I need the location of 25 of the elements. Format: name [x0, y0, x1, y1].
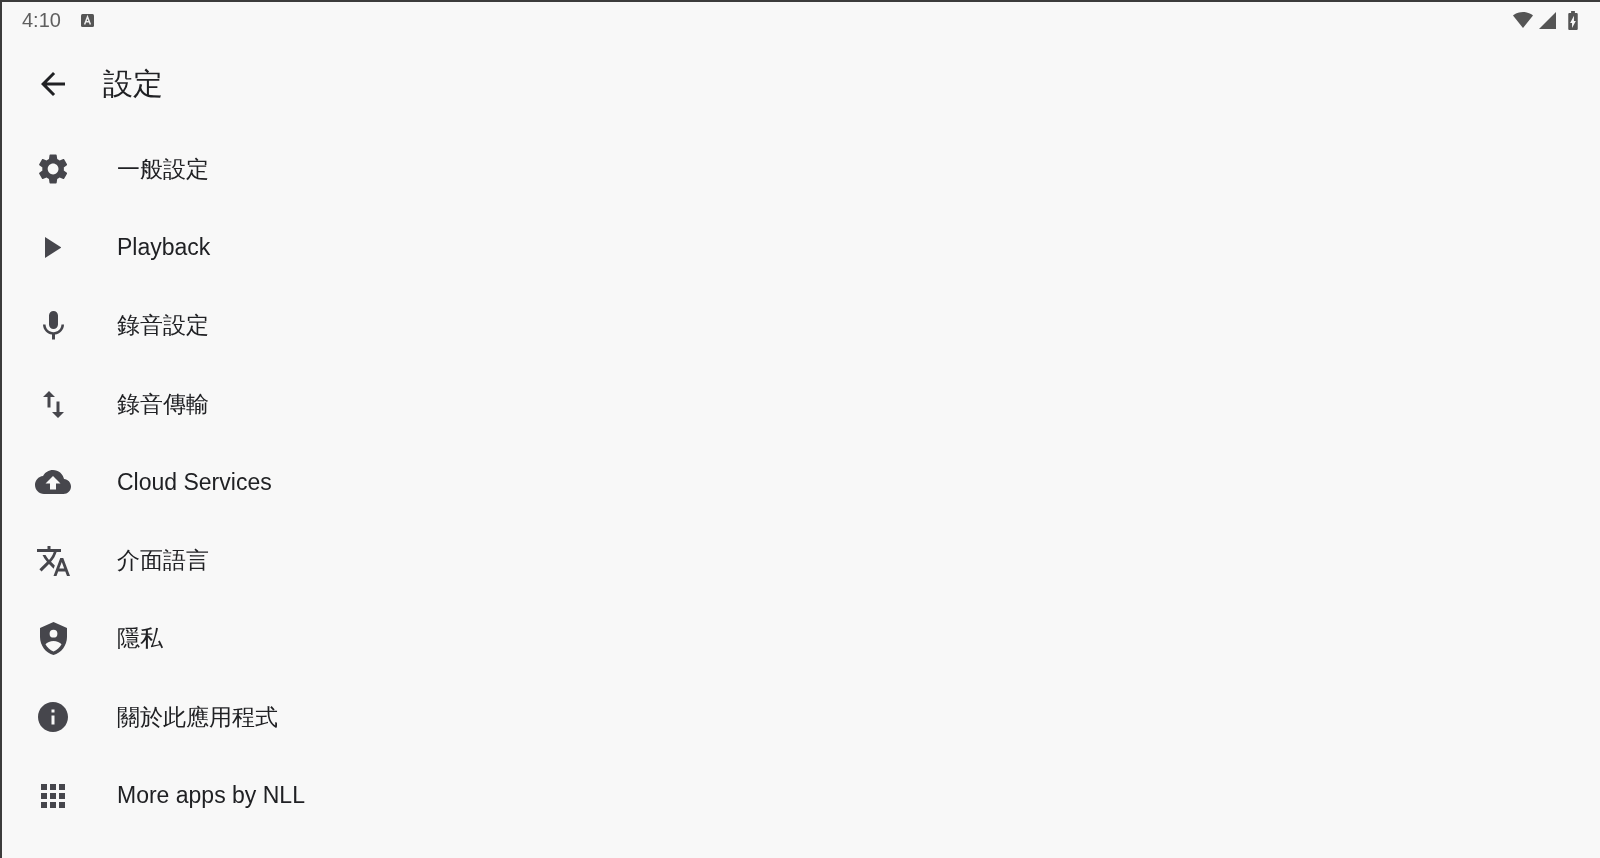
settings-item[interactable]: 關於此應用程式 [2, 678, 1600, 757]
settings-item[interactable]: 一般設定 [2, 130, 1600, 209]
wifi-icon [1513, 12, 1533, 28]
microphone-icon [42, 311, 64, 340]
settings-item[interactable]: Playback [2, 208, 1600, 287]
battery-charging-icon [1568, 10, 1578, 30]
settings-item[interactable]: 介面語言 [2, 521, 1600, 600]
info-icon [38, 702, 68, 733]
settings-item[interactable]: More apps by NLL [2, 756, 1600, 835]
up-down-arrows-icon [42, 390, 64, 418]
signal-icon [1539, 11, 1556, 29]
settings-item[interactable]: 錄音設定 [2, 286, 1600, 365]
settings-item[interactable]: 隱私 [2, 599, 1600, 679]
gear-icon [38, 154, 68, 185]
letter-tile-icon [80, 13, 94, 27]
shield-person-icon [39, 622, 67, 656]
settings-item[interactable]: Cloud Services [2, 443, 1600, 522]
play-icon [44, 236, 62, 258]
translate-icon [36, 545, 70, 576]
screen-title: 設定 [103, 66, 163, 102]
cloud-upload-icon [35, 470, 71, 495]
back-arrow-icon [41, 72, 65, 96]
settings-item[interactable]: 錄音傳輸 [2, 364, 1600, 444]
status-time: 4:10 [22, 8, 61, 32]
app-grid-icon [41, 783, 65, 808]
